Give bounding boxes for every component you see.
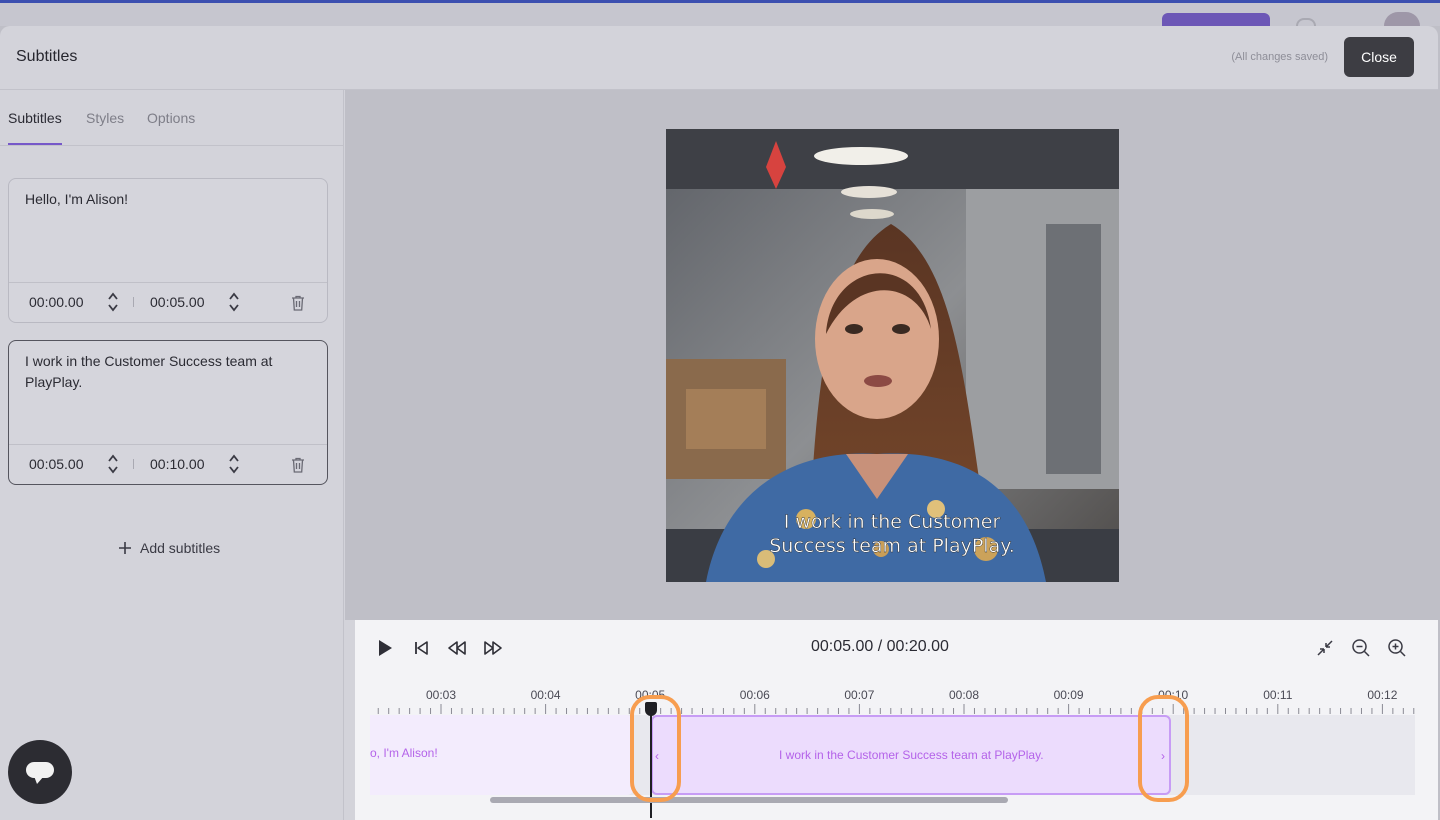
video-caption-line-1: I work in the Customer: [784, 511, 1001, 533]
subtitle-track[interactable]: o, I'm Alison! ‹ I work in the Customer …: [370, 715, 1415, 795]
chat-icon-tail: [34, 776, 44, 784]
modal-header: Subtitles (All changes saved) Close: [0, 26, 1438, 90]
fast-forward-icon[interactable]: [483, 638, 503, 658]
end-time-stepper-icon[interactable]: [228, 453, 240, 475]
player-controls: 00:05.00 / 00:20.00: [355, 620, 1438, 676]
subtitles-modal: Subtitles (All changes saved) Close Subt…: [0, 26, 1438, 820]
time-display: 00:05.00 / 00:20.00: [811, 638, 949, 655]
plus-icon: [119, 542, 131, 554]
start-time-stepper-icon[interactable]: [107, 291, 119, 313]
video-still-image: I work in the Customer Success team at P…: [666, 129, 1119, 582]
start-time-stepper-icon[interactable]: [107, 453, 119, 475]
app-topbar: [0, 0, 1440, 26]
app-primary-button-backdrop: [1162, 13, 1270, 26]
end-time-stepper-icon[interactable]: [228, 291, 240, 313]
subtitle-clip-label: I work in the Customer Success team at P…: [779, 748, 1044, 762]
timeline-panel: 00:05.00 / 00:20.00 00:03 00:04 00:05 00:06…: [355, 620, 1438, 820]
timeline-scrollbar[interactable]: [490, 797, 1008, 803]
clip-left-handle[interactable]: ‹: [655, 749, 659, 763]
close-button[interactable]: Close: [1344, 37, 1414, 77]
time-separator: [133, 459, 134, 469]
subtitle-clip[interactable]: o, I'm Alison!: [370, 715, 633, 795]
chat-icon: [26, 762, 54, 778]
video-caption-line-2: Success team at PlayPlay.: [769, 535, 1015, 557]
add-subtitles-label: Add subtitles: [140, 540, 221, 556]
subtitles-panel: Subtitles Styles Options Hello, I'm Alis…: [0, 90, 344, 820]
time-separator: [133, 297, 134, 307]
subtitle-card[interactable]: I work in the Customer Success team at P…: [8, 340, 328, 485]
video-frame[interactable]: I work in the Customer Success team at P…: [666, 129, 1119, 582]
time-ruler[interactable]: 00:03 00:04 00:05 00:06 00:07 00:08 00:09 00:10…: [370, 682, 1415, 714]
tab-styles[interactable]: Styles: [86, 110, 124, 126]
zoom-in-icon[interactable]: [1387, 638, 1407, 658]
chat-widget-button[interactable]: [8, 740, 72, 804]
tick-marks: [377, 704, 1415, 714]
save-status: (All changes saved): [1231, 51, 1328, 63]
subtitle-time-row: 00:00.00 00:05.00: [9, 282, 327, 322]
clip-right-handle[interactable]: ›: [1161, 749, 1165, 763]
subtitle-text[interactable]: I work in the Customer Success team at P…: [25, 351, 315, 393]
end-time-field[interactable]: 00:05.00: [150, 294, 205, 310]
start-time-field[interactable]: 00:00.00: [29, 294, 84, 310]
modal-title: Subtitles: [16, 48, 78, 65]
tab-bar: Subtitles Styles Options: [0, 90, 344, 146]
subtitle-clip-selected[interactable]: ‹ I work in the Customer Success team at…: [651, 715, 1171, 795]
app-help-icon: [1296, 18, 1316, 26]
end-time-field[interactable]: 00:10.00: [150, 456, 205, 472]
subtitle-clip-label: o, I'm Alison!: [370, 746, 438, 760]
subtitle-card[interactable]: Hello, I'm Alison! 00:00.00 00:05.00: [8, 178, 328, 323]
app-accent-line: [0, 0, 1440, 3]
active-tab-indicator: [8, 143, 62, 145]
play-icon[interactable]: [375, 638, 395, 658]
trash-icon[interactable]: [291, 457, 305, 473]
video-preview-area: I work in the Customer Success team at P…: [345, 90, 1438, 620]
rewind-icon[interactable]: [447, 638, 467, 658]
skip-back-icon[interactable]: [411, 638, 431, 658]
subtitle-text[interactable]: Hello, I'm Alison!: [25, 189, 315, 210]
tab-options[interactable]: Options: [147, 110, 195, 126]
tab-subtitles[interactable]: Subtitles: [8, 110, 62, 126]
trash-icon[interactable]: [291, 295, 305, 311]
subtitle-time-row: 00:05.00 00:10.00: [9, 444, 327, 484]
zoom-out-icon[interactable]: [1351, 638, 1371, 658]
start-time-field[interactable]: 00:05.00: [29, 456, 84, 472]
app-avatar: [1384, 12, 1420, 26]
add-subtitles-button[interactable]: Add subtitles: [118, 540, 220, 556]
collapse-icon[interactable]: [1315, 638, 1335, 658]
playhead-handle[interactable]: [645, 702, 657, 716]
